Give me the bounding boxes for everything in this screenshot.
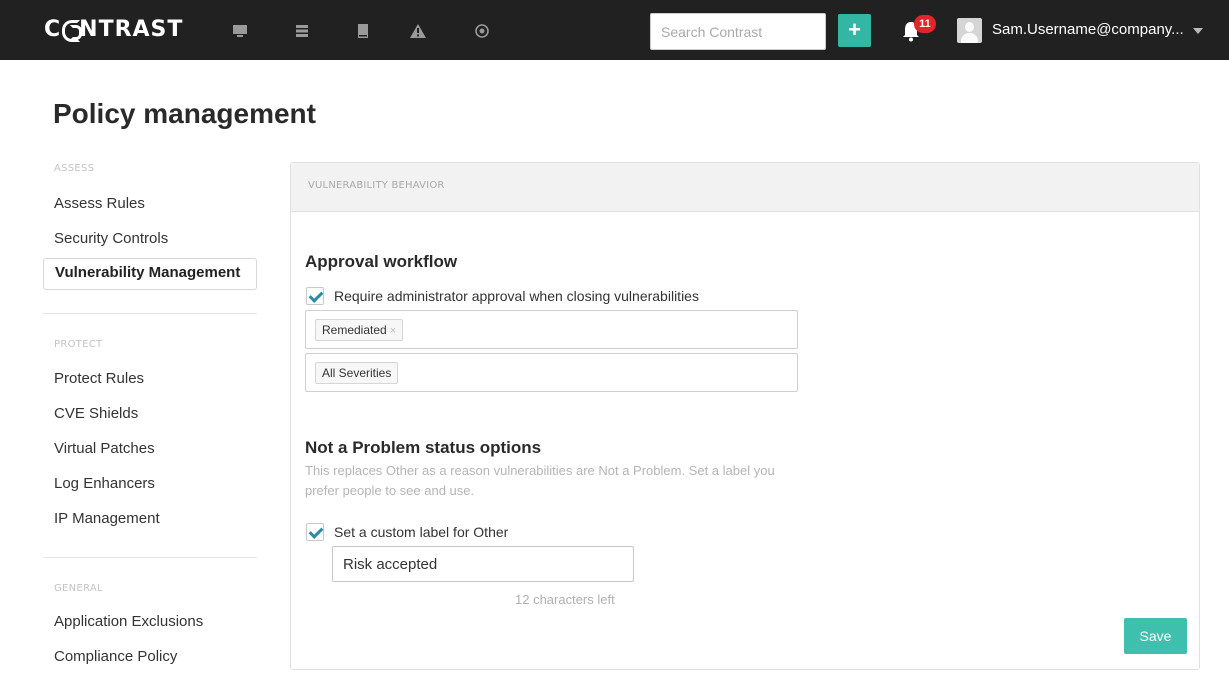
top-navigation-bar: CNTRAST + 11 Sam.Username@company... [0, 0, 1229, 60]
target-icon[interactable] [474, 24, 490, 38]
sidebar-item-log-enhancers[interactable]: Log Enhancers [54, 475, 155, 492]
sidebar-section-protect: PROTECT [54, 339, 103, 350]
panel-header-title: VULNERABILITY BEHAVIOR [308, 180, 445, 191]
save-button[interactable]: Save [1124, 618, 1187, 654]
username[interactable]: Sam.Username@company... [992, 21, 1184, 38]
not-a-problem-heading: Not a Problem status options [305, 438, 542, 457]
vulnerability-behavior-panel: VULNERABILITY BEHAVIOR Approval workflow… [290, 162, 1200, 670]
remove-tag-icon[interactable]: × [390, 325, 396, 337]
custom-label-checkbox[interactable] [306, 523, 324, 541]
severity-tag-input[interactable]: All Severities [305, 353, 798, 392]
sidebar-item-assess-rules[interactable]: Assess Rules [54, 195, 145, 212]
sidebar-item-virtual-patches[interactable]: Virtual Patches [54, 440, 155, 457]
chevron-down-icon[interactable] [1193, 28, 1203, 34]
custom-label-input[interactable] [332, 546, 634, 582]
sidebar-divider [43, 313, 257, 314]
require-approval-checkbox[interactable] [306, 287, 324, 305]
characters-left-counter: 12 characters left [515, 592, 615, 607]
add-button[interactable]: + [838, 14, 871, 47]
not-a-problem-description: This replaces Other as a reason vulnerab… [305, 463, 775, 498]
monitor-icon[interactable] [232, 24, 248, 38]
sidebar-item-compliance-policy[interactable]: Compliance Policy [54, 648, 177, 665]
sidebar-item-protect-rules[interactable]: Protect Rules [54, 370, 144, 387]
sidebar-divider [43, 557, 257, 558]
warning-icon[interactable] [410, 24, 426, 38]
page-title: Policy management [53, 98, 316, 129]
search-input[interactable] [650, 13, 826, 50]
require-approval-label[interactable]: Require administrator approval when clos… [334, 288, 699, 304]
contrast-logo[interactable]: C NTRAST [44, 16, 183, 44]
sidebar-item-vulnerability-management[interactable]: Vulnerability Management [43, 258, 257, 290]
status-tag: Remediated × [315, 319, 404, 341]
approval-workflow-heading: Approval workflow [305, 252, 458, 271]
sidebar-item-ip-management[interactable]: IP Management [54, 510, 160, 527]
book-icon[interactable] [355, 24, 371, 38]
sidebar-item-application-exclusions[interactable]: Application Exclusions [54, 613, 203, 630]
notification-count-badge[interactable]: 11 [914, 15, 936, 33]
server-icon[interactable] [294, 24, 310, 38]
avatar[interactable] [957, 18, 982, 43]
custom-label-checkbox-label[interactable]: Set a custom label for Other [334, 524, 508, 540]
sidebar-item-cve-shields[interactable]: CVE Shields [54, 405, 138, 422]
logo-mark-icon [62, 20, 83, 42]
status-tag-input[interactable]: Remediated × [305, 310, 798, 349]
severity-tag: All Severities [315, 362, 399, 384]
sidebar-item-security-controls[interactable]: Security Controls [54, 230, 168, 247]
panel-header: VULNERABILITY BEHAVIOR [291, 163, 1199, 212]
sidebar-section-general: GENERAL [54, 583, 103, 594]
sidebar-section-assess: ASSESS [54, 163, 95, 174]
